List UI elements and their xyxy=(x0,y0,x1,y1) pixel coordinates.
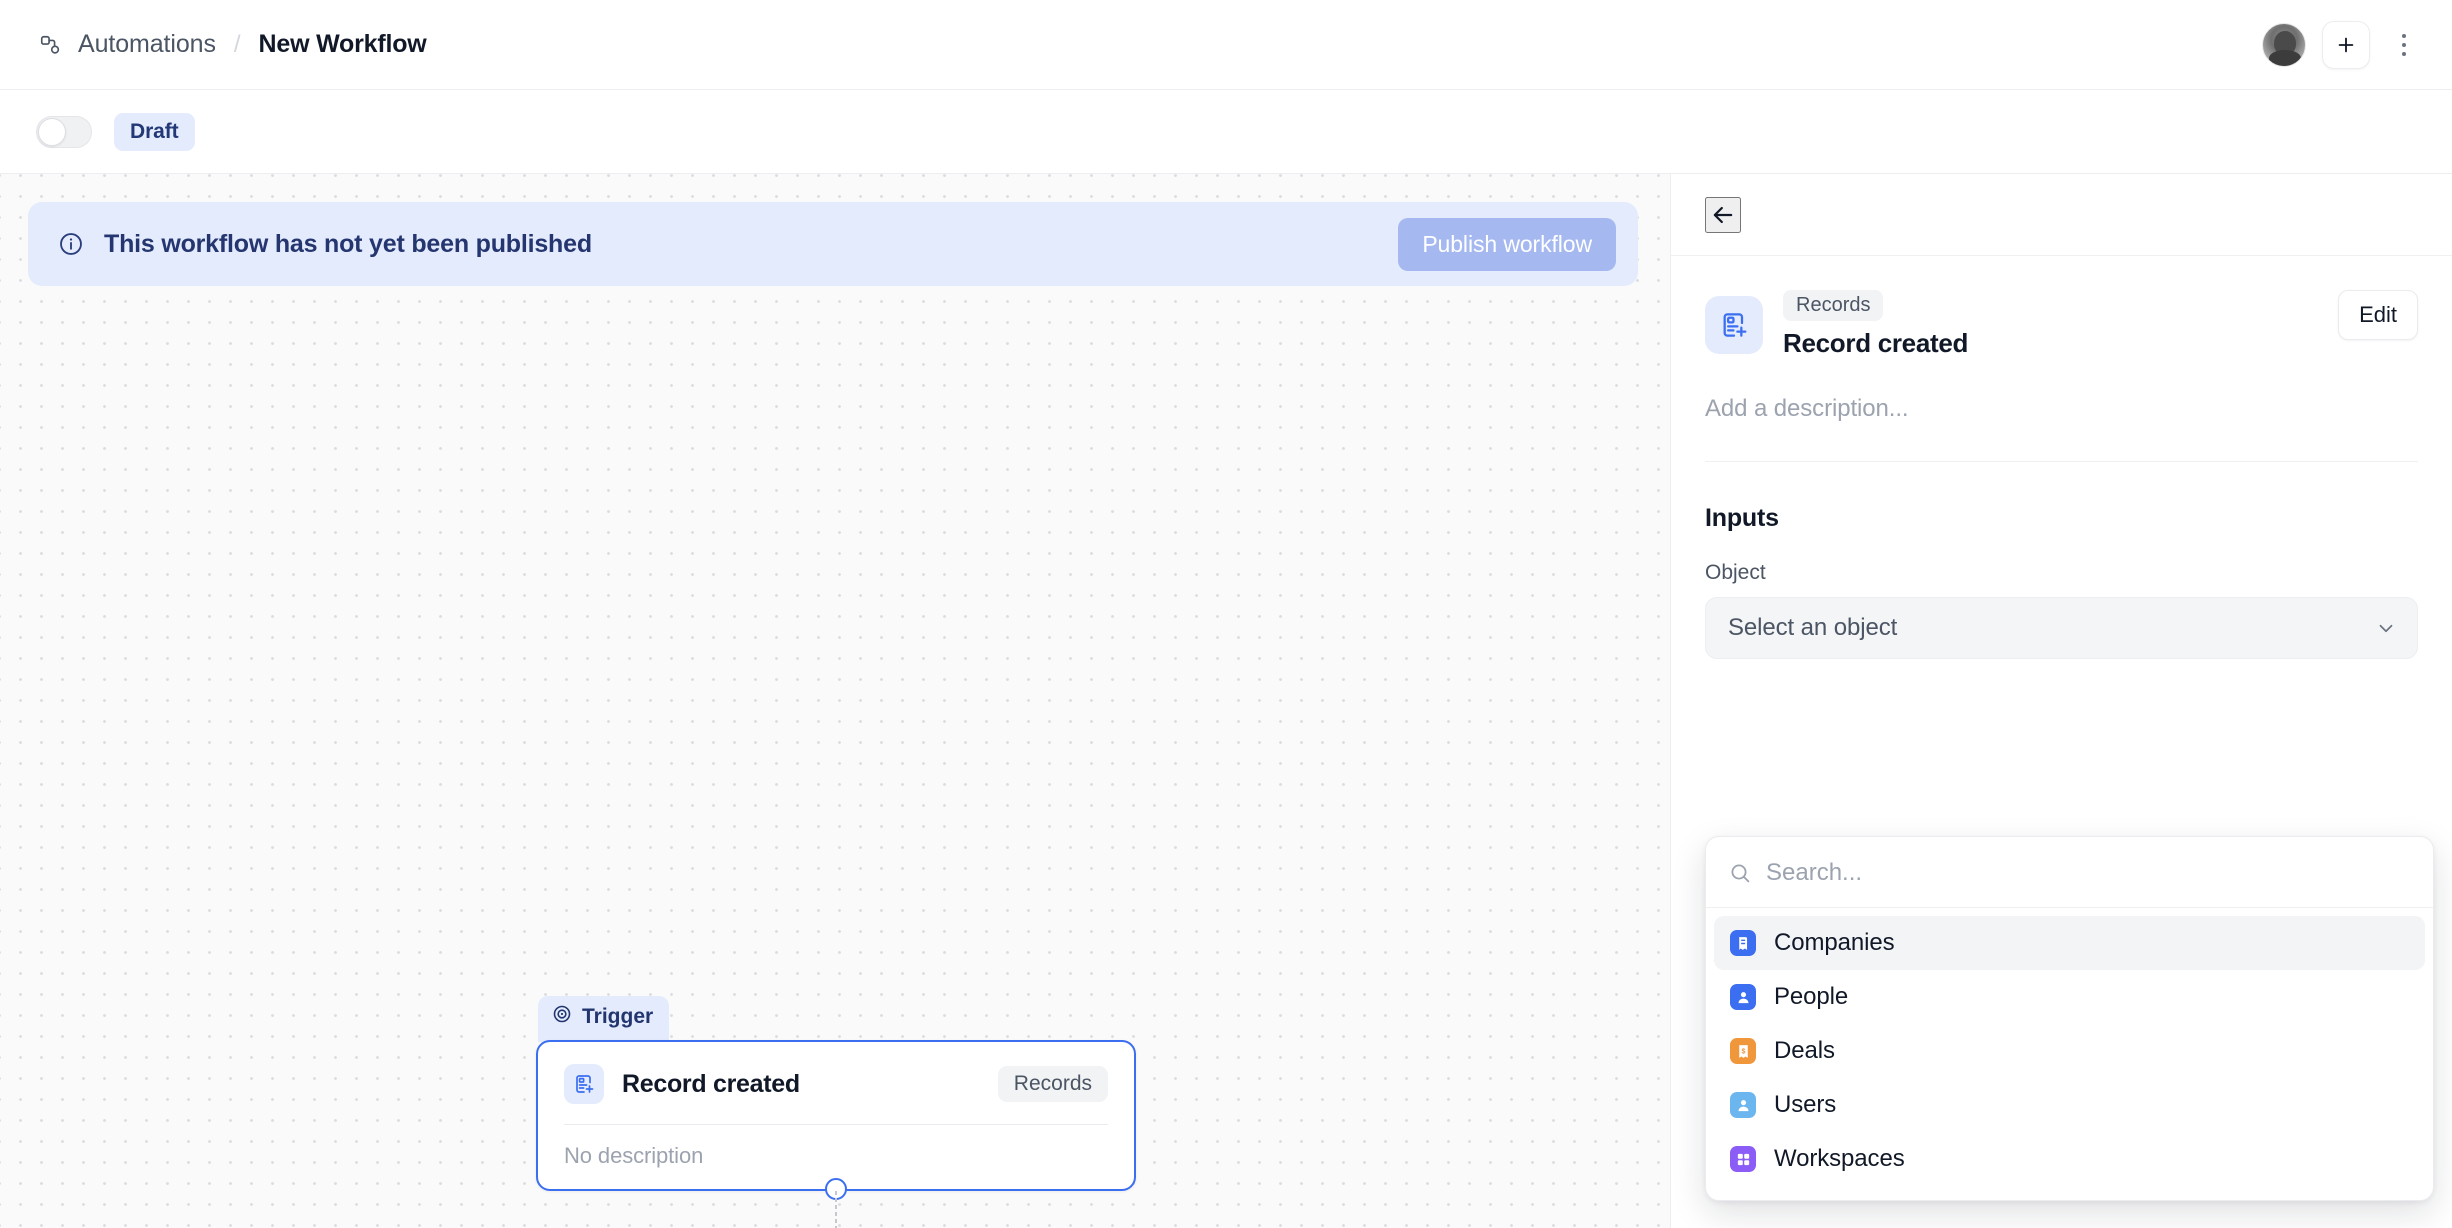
more-options-button[interactable] xyxy=(2386,21,2422,69)
workspace: This workflow has not yet been published… xyxy=(0,174,2452,1228)
top-bar-actions xyxy=(2262,20,2422,69)
record-title: Record created xyxy=(1783,328,1969,358)
node-title-group: Record created xyxy=(564,1064,800,1104)
node-title: Record created xyxy=(622,1069,800,1098)
trigger-tab-label: Trigger xyxy=(582,1005,654,1028)
workflow-nodes-icon xyxy=(36,31,64,59)
dropdown-option-workspaces[interactable]: Workspaces xyxy=(1714,1132,2425,1186)
node-category-chip: Records xyxy=(997,1066,1108,1102)
unpublished-banner: This workflow has not yet been published… xyxy=(28,202,1638,286)
deal-money-icon: $ xyxy=(1730,1038,1756,1064)
add-button[interactable] xyxy=(2322,20,2370,69)
dropdown-option-deals[interactable]: $ Deals xyxy=(1714,1024,2425,1078)
status-badge: Draft xyxy=(114,112,195,151)
company-icon xyxy=(1730,930,1756,956)
dropdown-option-people[interactable]: People xyxy=(1714,970,2425,1024)
edit-button[interactable]: Edit xyxy=(2338,290,2418,340)
search-input[interactable] xyxy=(1766,859,2411,887)
back-button[interactable] xyxy=(1705,196,1741,233)
dropdown-option-companies[interactable]: Companies xyxy=(1714,916,2425,970)
user-icon xyxy=(1730,1092,1756,1118)
banner-message: This workflow has not yet been published xyxy=(104,229,592,258)
record-category-chip: Records xyxy=(1783,290,1884,321)
inputs-section-title: Inputs xyxy=(1705,504,1779,532)
target-icon xyxy=(552,1004,572,1030)
kebab-dot xyxy=(2402,42,2406,47)
page-title: New Workflow xyxy=(258,30,427,58)
chevron-down-icon xyxy=(2375,617,2397,639)
node-description: No description xyxy=(564,1143,704,1168)
trigger-tab: Trigger xyxy=(538,996,670,1042)
person-icon xyxy=(1730,984,1756,1010)
breadcrumb-separator: / xyxy=(233,30,241,58)
publish-toggle[interactable] xyxy=(36,115,92,148)
record-header-text: Records Record created xyxy=(1783,290,1968,359)
object-select-value: Select an object xyxy=(1728,614,1898,641)
workflow-canvas[interactable]: This workflow has not yet been published… xyxy=(0,174,1670,1228)
workspace-grid-icon xyxy=(1730,1146,1756,1172)
dropdown-search-row xyxy=(1706,837,2433,908)
top-bar: Automations / New Workflow xyxy=(0,0,2452,90)
trigger-node[interactable]: Trigger Record created Records No descri… xyxy=(536,994,1136,1228)
kebab-dot xyxy=(2402,51,2406,56)
svg-text:$: $ xyxy=(1741,1047,1745,1055)
dropdown-option-label: People xyxy=(1774,983,1849,1010)
panel-divider xyxy=(1705,461,2418,462)
dropdown-option-users[interactable]: Users xyxy=(1714,1078,2425,1132)
node-connector-line xyxy=(835,1191,837,1228)
dropdown-option-label: Workspaces xyxy=(1774,1145,1905,1172)
record-created-icon xyxy=(1705,295,1763,354)
panel-content: Records Record created Edit Add a descri… xyxy=(1671,256,2452,1201)
object-field-label: Object xyxy=(1705,561,1766,584)
kebab-dot xyxy=(2402,33,2406,38)
breadcrumb-automations-link[interactable]: Automations xyxy=(78,30,216,59)
info-icon xyxy=(58,231,84,257)
toggle-knob xyxy=(38,117,66,146)
node-details-panel: Records Record created Edit Add a descri… xyxy=(1670,174,2452,1228)
panel-header xyxy=(1671,174,2452,256)
search-icon xyxy=(1728,861,1752,885)
object-select[interactable]: Select an object xyxy=(1705,597,2418,659)
record-created-icon xyxy=(564,1064,604,1104)
node-header: Record created Records xyxy=(564,1064,1108,1104)
description-input[interactable]: Add a description... xyxy=(1705,395,2418,423)
object-dropdown: Companies People xyxy=(1705,836,2434,1201)
dropdown-option-label: Deals xyxy=(1774,1037,1835,1064)
record-header-left: Records Record created xyxy=(1705,290,1968,359)
publish-workflow-button[interactable]: Publish workflow xyxy=(1398,217,1616,271)
breadcrumb: Automations / New Workflow xyxy=(36,30,427,59)
dropdown-options: Companies People $ Deals Users Workspace… xyxy=(1706,908,2433,1200)
dropdown-option-label: Users xyxy=(1774,1091,1837,1118)
status-bar: Draft xyxy=(0,90,2452,174)
record-header: Records Record created Edit xyxy=(1705,290,2418,359)
banner-content: This workflow has not yet been published xyxy=(58,230,592,259)
avatar[interactable] xyxy=(2262,22,2306,67)
node-divider xyxy=(564,1124,1108,1125)
trigger-node-card[interactable]: Record created Records No description xyxy=(536,1040,1136,1200)
automation-builder-page: Automations / New Workflow Draft This wo… xyxy=(0,0,2452,1228)
dropdown-option-label: Companies xyxy=(1774,929,1895,956)
